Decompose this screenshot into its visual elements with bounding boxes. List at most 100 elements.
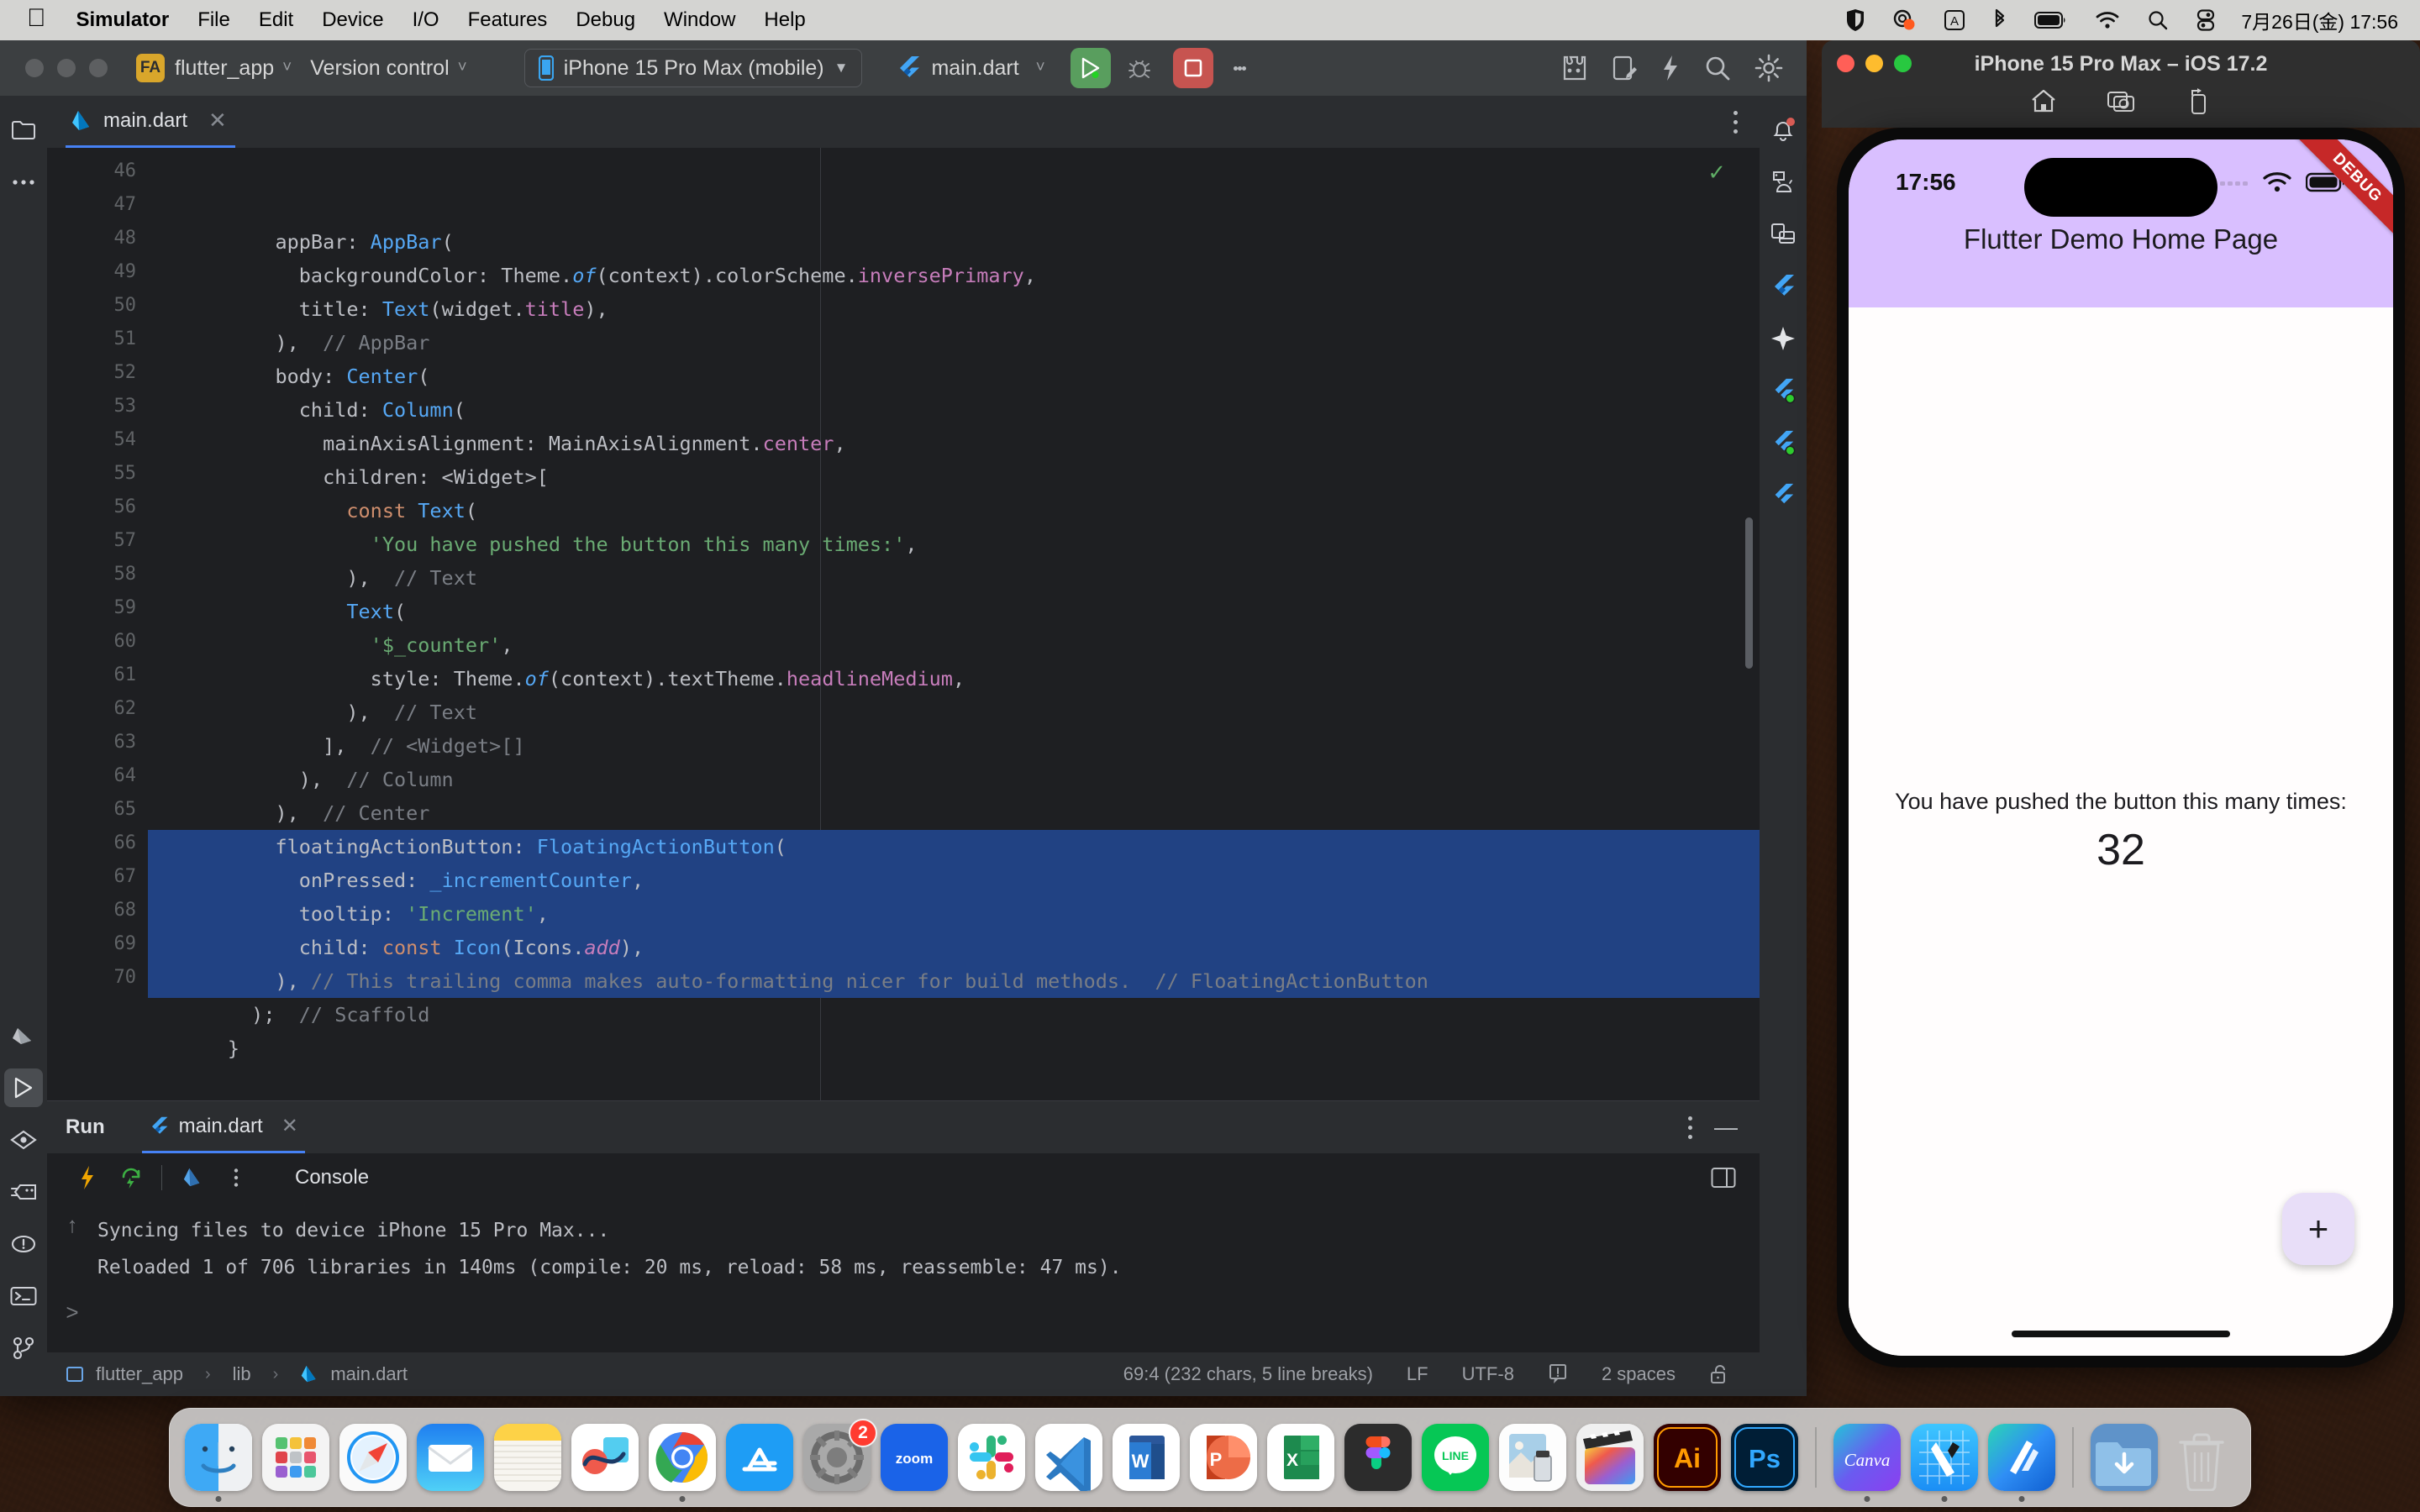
line-number[interactable]: 47 xyxy=(47,188,148,222)
menu-item-edit[interactable]: Edit xyxy=(245,10,308,30)
line-number[interactable]: 62 xyxy=(47,692,148,726)
close-button[interactable] xyxy=(1837,54,1854,72)
dock-item-excel[interactable]: X xyxy=(1265,1422,1336,1493)
home-icon[interactable] xyxy=(2024,82,2063,121)
line-number[interactable]: 67+ xyxy=(47,860,162,894)
inspection-ok-icon[interactable]: ✓ xyxy=(1707,160,1726,186)
sidebar-item-version-control[interactable] xyxy=(4,1329,43,1368)
line-number[interactable]: 53 xyxy=(47,390,148,423)
line-number[interactable]: 66 xyxy=(47,827,148,860)
simulator-screen[interactable]: 17:56 Flutter Demo Home Page DEBUG You h… xyxy=(1849,139,2393,1356)
menu-item-help[interactable]: Help xyxy=(750,10,819,30)
menu-item-window[interactable]: Window xyxy=(650,10,750,30)
menu-item-file[interactable]: File xyxy=(183,10,245,30)
run-configuration-selector[interactable]: main.dart ˅ xyxy=(896,55,1045,81)
file-encoding[interactable]: UTF-8 xyxy=(1462,1363,1514,1385)
stop-button[interactable] xyxy=(1172,48,1213,88)
wifi-icon[interactable] xyxy=(2081,10,2133,30)
code-line[interactable]: title: Text(widget.title), xyxy=(148,292,1760,326)
code-line[interactable]: ), // Center xyxy=(148,796,1760,830)
screenshot-icon[interactable] xyxy=(2102,82,2140,121)
scroll-down-icon[interactable]: > xyxy=(66,1301,78,1323)
plugins-icon[interactable] xyxy=(1560,54,1588,82)
line-number-gutter[interactable]: 46 47 48 49 50 51 52 53 54 55 56 57 58 59 60 61 62 63 64 65… xyxy=(47,148,187,1100)
code-line[interactable]: 'You have pushed the button this many ti… xyxy=(148,528,1760,561)
version-control-menu[interactable]: Version control xyxy=(310,56,449,81)
dock-item-illustrator[interactable]: Ai xyxy=(1652,1422,1723,1493)
line-number[interactable]: 65 xyxy=(47,793,148,827)
dock-item-system-settings[interactable]: 2 xyxy=(802,1419,877,1493)
line-number[interactable]: 51 xyxy=(47,323,148,356)
lock-icon[interactable] xyxy=(1709,1363,1729,1385)
apple-menu-icon[interactable]:  xyxy=(22,6,62,34)
code-line[interactable]: child: Column( xyxy=(148,393,1760,427)
simulator-traffic-lights[interactable] xyxy=(1837,54,1912,72)
device-manager-icon[interactable] xyxy=(1764,163,1802,202)
line-number[interactable]: 55 xyxy=(47,457,148,491)
ai-assistant-icon[interactable] xyxy=(1764,319,1802,358)
line-number[interactable]: 57 xyxy=(47,524,148,558)
code-line[interactable]: onPressed: _incrementCounter, xyxy=(148,864,1760,897)
code-line[interactable]: '$_counter', xyxy=(148,628,1760,662)
flutter-devtools-icon[interactable] xyxy=(1764,215,1802,254)
line-number[interactable]: 49 xyxy=(47,255,148,289)
edit-icon[interactable] xyxy=(1612,55,1637,81)
line-number[interactable]: 64 xyxy=(47,759,148,793)
flash-icon[interactable] xyxy=(1660,54,1681,82)
minimize-button[interactable] xyxy=(1865,54,1883,72)
sidebar-item-problems[interactable] xyxy=(4,1225,43,1263)
line-number[interactable]: 70 xyxy=(47,961,148,995)
code-line[interactable]: mainAxisAlignment: MainAxisAlignment.cen… xyxy=(148,427,1760,460)
code-line[interactable]: tooltip: 'Increment', xyxy=(148,897,1760,931)
line-number[interactable]: 68💡 xyxy=(47,894,187,927)
screen-recording-icon[interactable] xyxy=(1878,8,1930,32)
close-icon[interactable]: ✕ xyxy=(208,108,227,134)
flutter-logs-icon[interactable] xyxy=(1764,475,1802,514)
dock-item-figma[interactable] xyxy=(1343,1422,1413,1493)
dock-item-safari[interactable] xyxy=(338,1422,408,1493)
dock-item-preview[interactable] xyxy=(1497,1422,1568,1493)
sidebar-item-dart[interactable] xyxy=(4,1016,43,1055)
sidebar-item-flutter-outline[interactable] xyxy=(4,1173,43,1211)
run-button[interactable] xyxy=(1070,48,1111,88)
flutter-network-icon[interactable] xyxy=(1764,423,1802,462)
code-line[interactable]: ); // Scaffold xyxy=(148,998,1760,1032)
line-number[interactable]: 60 xyxy=(47,625,148,659)
editor-tab-main-dart[interactable]: main.dart ✕ xyxy=(66,96,235,148)
dock-item-downloads[interactable] xyxy=(2089,1422,2160,1493)
dock-item-chrome[interactable] xyxy=(647,1422,718,1502)
line-number[interactable]: 63 xyxy=(47,726,148,759)
line-number[interactable]: 46 xyxy=(47,155,148,188)
line-number[interactable]: 52 xyxy=(47,356,148,390)
code-line[interactable]: ), // This trailing comma makes auto-for… xyxy=(148,964,1760,998)
menu-item-simulator[interactable]: Simulator xyxy=(62,10,184,30)
run-panel-options-icon[interactable] xyxy=(1688,1114,1692,1142)
breadcrumb-file[interactable]: main.dart xyxy=(330,1363,408,1385)
dock-item-zoom[interactable]: zoom xyxy=(879,1422,950,1493)
hot-restart-icon[interactable] xyxy=(109,1156,153,1200)
code-line[interactable]: ), // Text xyxy=(148,561,1760,595)
dock-item-notes[interactable] xyxy=(492,1422,563,1493)
line-number[interactable]: 58 xyxy=(47,558,148,591)
line-separator[interactable]: LF xyxy=(1407,1363,1428,1385)
dock-item-xcode[interactable] xyxy=(1909,1422,1980,1502)
flutter-performance-icon[interactable] xyxy=(1764,371,1802,410)
dock-item-powerpoint[interactable]: P xyxy=(1188,1422,1259,1493)
code-content[interactable]: appBar: AppBar( backgroundColor: Theme.o… xyxy=(148,148,1760,1100)
dock-item-canva[interactable]: Canva xyxy=(1832,1422,1902,1502)
line-number[interactable]: 61 xyxy=(47,659,148,692)
debug-button[interactable] xyxy=(1119,48,1160,88)
sidebar-item-project[interactable] xyxy=(4,111,43,150)
line-number[interactable]: 50 xyxy=(47,289,148,323)
dart-icon[interactable] xyxy=(171,1156,214,1200)
editor-scrollbar[interactable] xyxy=(1745,517,1753,669)
code-line[interactable]: const Text( xyxy=(148,494,1760,528)
dock-item-mail[interactable] xyxy=(415,1422,486,1493)
inspection-icon[interactable] xyxy=(1548,1363,1568,1385)
menu-item-debug[interactable]: Debug xyxy=(561,10,650,30)
code-line[interactable]: child: const Icon(Icons.add), xyxy=(148,931,1760,964)
battery-icon[interactable] xyxy=(2021,11,2081,29)
code-line[interactable]: body: Center( xyxy=(148,360,1760,393)
line-number[interactable]: 54 xyxy=(47,423,148,457)
console-output[interactable]: ↑ > Syncing files to device iPhone 15 Pr… xyxy=(47,1202,1760,1352)
